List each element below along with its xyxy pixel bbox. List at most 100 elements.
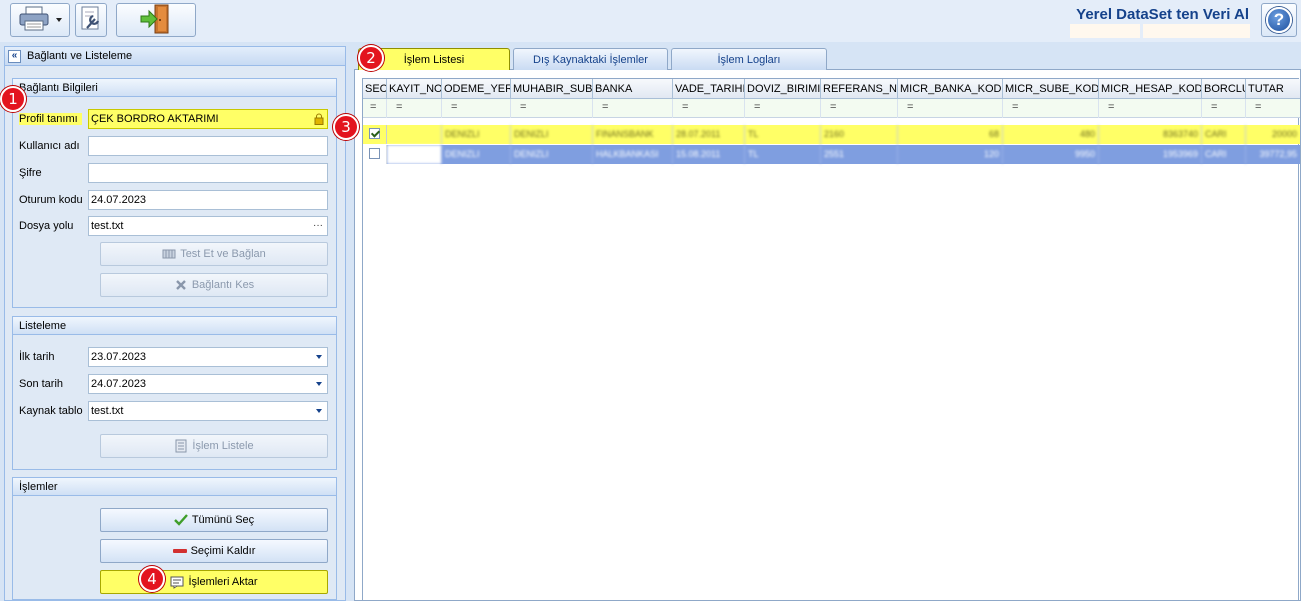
last-date-label: Son tarih: [19, 378, 64, 390]
username-field[interactable]: [88, 136, 328, 156]
panel-title: Bağlantı ve Listeleme: [27, 50, 133, 62]
filter-cell[interactable]: =: [363, 99, 387, 118]
profile-field[interactable]: ÇEK BORDRO AKTARIMI: [88, 109, 328, 129]
group-title: Bağlantı Bilgileri: [13, 79, 336, 97]
cell-tutar: 39772,95: [1259, 149, 1297, 159]
filter-cell[interactable]: =: [673, 99, 745, 118]
session-code-label: Oturum kodu: [19, 194, 83, 206]
clear-selection-label: Seçimi Kaldır: [190, 545, 256, 557]
filter-cell[interactable]: =: [1003, 99, 1099, 118]
cell-banka: FINANSBANK: [593, 125, 673, 144]
help-button[interactable]: ?: [1261, 3, 1297, 37]
exit-button[interactable]: [116, 3, 196, 37]
filter-cell[interactable]: =: [1246, 99, 1300, 118]
col-header-vade-tarihi[interactable]: VADE_TARIHI: [673, 79, 745, 99]
col-header-odeme-yeri[interactable]: ODEME_YERI: [442, 79, 511, 99]
cell-vade-tarihi: 15.08.2011: [673, 145, 745, 164]
file-path-field[interactable]: test.txt ···: [88, 216, 328, 236]
disconnect-label: Bağlantı Kes: [191, 279, 255, 291]
database-plug-icon: [162, 247, 176, 261]
table-row[interactable]: DENIZLI DENIZLI FINANSBANK 28.07.2011 TL…: [363, 125, 1300, 144]
col-header-kayit-no[interactable]: KAYIT_NO: [387, 79, 442, 99]
col-header-muhabir-sube[interactable]: MUHABIR_SUBE: [511, 79, 593, 99]
browse-ellipsis-button[interactable]: ···: [313, 217, 323, 235]
first-date-label: İlk tarih: [19, 351, 55, 363]
transfer-operations-button[interactable]: İşlemleri Aktar: [100, 570, 328, 594]
col-header-borclu[interactable]: BORCLU: [1202, 79, 1246, 99]
source-table-value: test.txt: [91, 405, 124, 417]
tab-external-operations[interactable]: Dış Kaynaktaki İşlemler: [513, 48, 668, 70]
username-label: Kullanıcı adı: [19, 140, 80, 152]
col-header-micr-hesap-kodu[interactable]: MICR_HESAP_KODU: [1099, 79, 1202, 99]
col-header-doviz-birimi[interactable]: DOVIZ_BIRIMI: [745, 79, 821, 99]
chevron-down-icon[interactable]: [316, 409, 322, 413]
cell-doviz-birimi: TL: [745, 145, 821, 164]
table-row[interactable]: DENIZLI DENIZLI HALKBANKASI 15.08.2011 T…: [363, 145, 1300, 164]
row-checkbox[interactable]: [369, 148, 380, 159]
cell-micr-sube-kodu: 480: [1003, 125, 1099, 144]
cell-muhabir-sube: DENIZLI: [511, 145, 593, 164]
password-field[interactable]: [88, 163, 328, 183]
cell-kayit-no: [387, 145, 442, 164]
clear-selection-button[interactable]: Seçimi Kaldır: [100, 539, 328, 563]
test-connect-button[interactable]: Test Et ve Bağlan: [100, 242, 328, 266]
chevron-down-icon[interactable]: [316, 355, 322, 359]
transfer-icon: [170, 575, 184, 589]
list-operations-label: İşlem Listele: [192, 440, 254, 452]
step-badge-1: 1: [0, 86, 26, 112]
connection-listing-panel: « Bağlantı ve Listeleme Bağlantı Bilgile…: [4, 46, 346, 601]
source-table-label: Kaynak tablo: [19, 405, 83, 417]
filter-cell[interactable]: =: [898, 99, 1003, 118]
chevron-down-icon[interactable]: [56, 18, 62, 22]
list-icon: [174, 439, 188, 453]
cell-vade-tarihi: 28.07.2011: [673, 125, 745, 144]
filter-cell[interactable]: =: [821, 99, 898, 118]
cell-tutar: 20000: [1271, 129, 1297, 139]
tab-operation-logs[interactable]: İşlem Logları: [671, 48, 827, 70]
col-header-micr-banka-kodu[interactable]: MICR_BANKA_KODU: [898, 79, 1003, 99]
wrench-icon: [79, 6, 103, 35]
profile-value: ÇEK BORDRO AKTARIMI: [91, 113, 219, 125]
filter-cell[interactable]: =: [1202, 99, 1246, 118]
list-operations-button[interactable]: İşlem Listele: [100, 434, 328, 458]
col-header-referans-no[interactable]: REFERANS_NO: [821, 79, 898, 99]
filter-cell[interactable]: =: [745, 99, 821, 118]
row-select-cell[interactable]: [363, 125, 387, 144]
grid-filter-row: = = = = = = = = = = = = =: [363, 99, 1300, 118]
collapse-panel-button[interactable]: «: [8, 49, 21, 63]
col-header-micr-sube-kodu[interactable]: MICR_SUBE_KODU: [1003, 79, 1099, 99]
group-title: Listeleme: [13, 317, 336, 335]
cell-borclu: CARI: [1202, 145, 1246, 164]
file-path-label: Dosya yolu: [19, 220, 74, 232]
col-header-tutar[interactable]: TUTAR: [1246, 79, 1300, 99]
last-date-picker[interactable]: 24.07.2023: [88, 374, 328, 394]
cell-muhabir-sube: DENIZLI: [511, 125, 593, 144]
row-select-cell[interactable]: [363, 145, 387, 164]
print-button[interactable]: [10, 3, 70, 37]
step-badge-3: 3: [333, 114, 359, 140]
app-title: Yerel DataSet ten Veri Al: [1076, 6, 1249, 23]
filter-cell[interactable]: =: [511, 99, 593, 118]
disconnect-button[interactable]: Bağlantı Kes: [100, 273, 328, 297]
col-header-banka[interactable]: BANKA: [593, 79, 673, 99]
filter-cell[interactable]: =: [1099, 99, 1202, 118]
cell-micr-hesap-kodu: 1953969: [1099, 145, 1202, 164]
first-date-picker[interactable]: 23.07.2023: [88, 347, 328, 367]
row-checkbox[interactable]: [369, 128, 380, 139]
source-table-select[interactable]: test.txt: [88, 401, 328, 421]
toolbar: Yerel DataSet ten Veri Al ?: [0, 0, 1301, 42]
checkmark-icon: [173, 513, 188, 527]
filter-cell[interactable]: =: [593, 99, 673, 118]
cell-odeme-yeri: DENIZLI: [442, 125, 511, 144]
chevron-down-icon[interactable]: [316, 382, 322, 386]
session-code-field[interactable]: 24.07.2023: [88, 190, 328, 210]
col-header-sec[interactable]: SEC: [363, 79, 387, 99]
cell-kayit-no: [387, 125, 442, 144]
select-all-button[interactable]: Tümünü Seç: [100, 508, 328, 532]
settings-tools-button[interactable]: [75, 3, 107, 37]
file-path-value: test.txt: [91, 220, 124, 232]
filter-cell[interactable]: =: [387, 99, 442, 118]
last-date-value: 24.07.2023: [91, 378, 147, 390]
filter-cell[interactable]: =: [442, 99, 511, 118]
cell-micr-banka-kodu: 120: [898, 145, 1003, 164]
